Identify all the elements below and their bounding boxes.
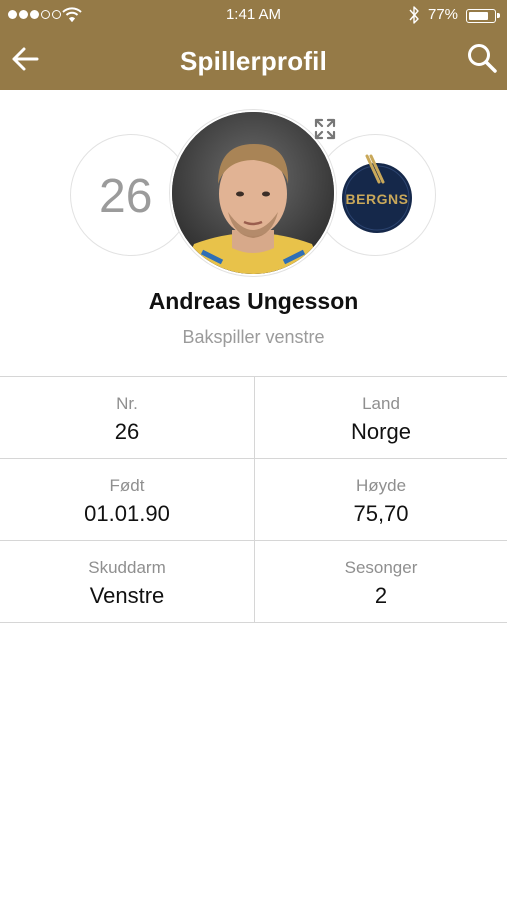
player-name: Andreas Ungesson	[148, 288, 359, 314]
stats-row: Skuddarm Venstre Sesonger 2	[0, 541, 507, 623]
stat-value: 75,70	[353, 501, 409, 526]
expand-icon[interactable]	[313, 117, 337, 141]
stat-label: Land	[362, 394, 400, 413]
player-number: 26	[99, 170, 153, 223]
stat-label: Skuddarm	[88, 558, 166, 577]
battery-percent: 77%	[428, 6, 459, 23]
stat-height: Høyde 75,70	[254, 459, 507, 540]
app-header: 1:41 AM 77% Spillerprofil	[0, 0, 507, 90]
status-bar: 1:41 AM 77%	[0, 0, 507, 32]
stat-label: Høyde	[355, 476, 407, 495]
stat-value: 26	[114, 419, 140, 444]
player-position: Bakspiller venstre	[182, 327, 325, 347]
club-logo: BERGNS	[342, 154, 412, 233]
search-icon[interactable]	[466, 42, 498, 74]
stat-label: Nr.	[116, 394, 138, 413]
stat-number: Nr. 26	[0, 377, 254, 458]
stat-born: Født 01.01.90	[0, 459, 254, 540]
stat-country: Land Norge	[254, 377, 507, 458]
stat-value: 2	[374, 583, 388, 608]
bluetooth-icon	[409, 6, 419, 24]
stats-row: Født 01.01.90 Høyde 75,70	[0, 459, 507, 541]
player-photo[interactable]	[170, 110, 336, 276]
player-stats-table: Nr. 26 Land Norge Født 01.01.90 Høyde 75…	[0, 376, 507, 623]
stats-row: Nr. 26 Land Norge	[0, 377, 507, 459]
stat-value: Norge	[351, 419, 411, 444]
page-title: Spillerprofil	[179, 46, 328, 76]
stat-label: Sesonger	[344, 558, 418, 577]
stat-label: Født	[109, 476, 145, 495]
stat-seasons: Sesonger 2	[254, 541, 507, 622]
player-profile-card: 26 BERGNS Andreas Ungesson Bakspiller ve…	[0, 90, 507, 376]
stat-value: Venstre	[89, 583, 165, 608]
navigation-bar: Spillerprofil	[0, 32, 507, 90]
stat-shooting-arm: Skuddarm Venstre	[0, 541, 254, 622]
club-logo-text: BERGNS	[346, 191, 409, 207]
battery-icon	[466, 9, 500, 23]
stat-value: 01.01.90	[84, 501, 170, 526]
